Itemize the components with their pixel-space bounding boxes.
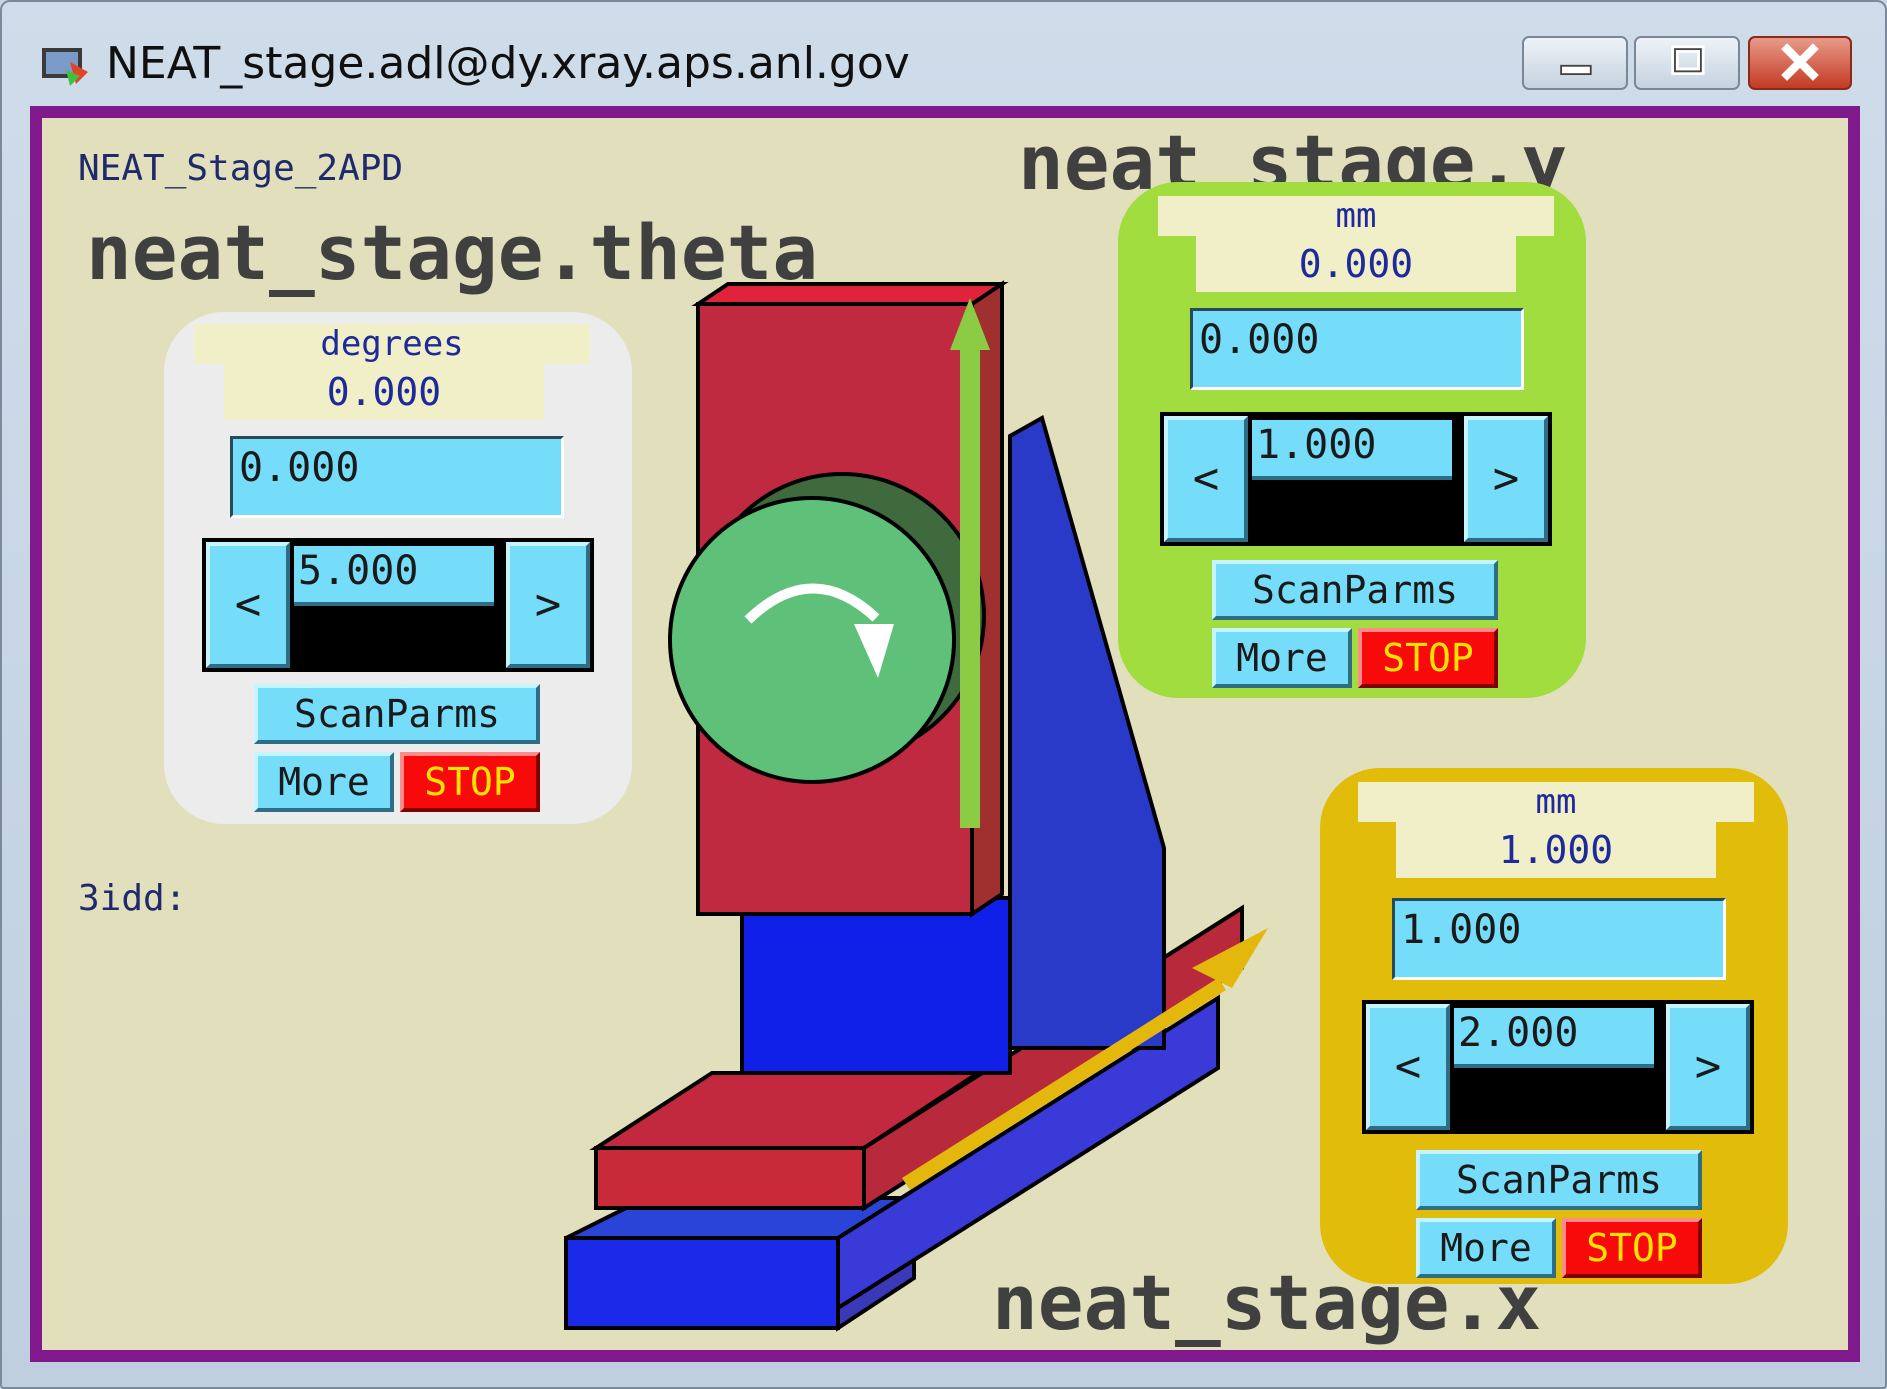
pv-prefix: 3idd:: [78, 878, 187, 919]
y-scanparms-button[interactable]: ScanParms: [1212, 560, 1498, 620]
y-tweak-left-button[interactable]: <: [1164, 416, 1248, 542]
display-panel: NEAT_Stage_2APD 3idd: neat_stage.theta n…: [30, 106, 1860, 1362]
x-units: mm: [1358, 782, 1754, 822]
y-tweak-input[interactable]: 1.000: [1252, 420, 1452, 480]
medm-window: NEAT_stage.adl@dy.xray.aps.anl.gov NEAT_…: [0, 0, 1887, 1389]
x-scanparms-button[interactable]: ScanParms: [1416, 1150, 1702, 1210]
y-tweak-group: < 1.000 >: [1160, 412, 1552, 546]
theta-setpoint-input[interactable]: 0.000: [230, 436, 564, 518]
maximize-icon: [1671, 45, 1705, 76]
y-motor-panel: mm 0.000 0.000 < 1.000 > ScanParms More …: [1118, 182, 1586, 698]
theta-disk: [668, 496, 956, 784]
minimize-button[interactable]: [1522, 36, 1628, 90]
theta-stop-button[interactable]: STOP: [400, 752, 540, 812]
window-title: NEAT_stage.adl@dy.xray.aps.anl.gov: [106, 38, 910, 89]
theta-tweak-group: < 5.000 >: [202, 538, 594, 672]
theta-tweak-left-button[interactable]: <: [206, 542, 290, 668]
y-readback: 0.000: [1196, 236, 1516, 292]
theta-units: degrees: [194, 324, 590, 364]
x-more-button[interactable]: More: [1416, 1218, 1556, 1278]
y-arrow-shaft: [960, 348, 980, 828]
x-motor-panel: mm 1.000 1.000 < 2.000 > ScanParms More …: [1320, 768, 1788, 1284]
theta-tweak-right-button[interactable]: >: [506, 542, 590, 668]
minimize-icon: [1560, 64, 1592, 76]
theta-readback: 0.000: [224, 364, 544, 420]
theta-tweak-input[interactable]: 5.000: [294, 546, 494, 606]
close-icon: [1781, 43, 1819, 81]
panel-name: NEAT_Stage_2APD: [78, 148, 404, 189]
theta-scanparms-button[interactable]: ScanParms: [254, 684, 540, 744]
y-units: mm: [1158, 196, 1554, 236]
y-setpoint-input[interactable]: 0.000: [1190, 308, 1524, 390]
x-tweak-input[interactable]: 2.000: [1454, 1008, 1654, 1068]
app-icon: [42, 48, 88, 86]
theta-motor-panel: degrees 0.000 0.000 < 5.000 > ScanParms …: [164, 312, 632, 824]
x-tweak-right-button[interactable]: >: [1666, 1004, 1750, 1130]
x-readback: 1.000: [1396, 822, 1716, 878]
base-slab-front: [564, 1236, 840, 1330]
x-carriage-front: [594, 1146, 866, 1210]
x-setpoint-input[interactable]: 1.000: [1392, 898, 1726, 980]
y-stop-button[interactable]: STOP: [1358, 628, 1498, 688]
theta-more-button[interactable]: More: [254, 752, 394, 812]
x-tweak-left-button[interactable]: <: [1366, 1004, 1450, 1130]
y-tweak-right-button[interactable]: >: [1464, 416, 1548, 542]
x-stop-button[interactable]: STOP: [1562, 1218, 1702, 1278]
y-more-button[interactable]: More: [1212, 628, 1352, 688]
theta-label: neat_stage.theta: [86, 208, 819, 297]
title-bar[interactable]: NEAT_stage.adl@dy.xray.aps.anl.gov: [2, 2, 1885, 106]
close-button[interactable]: [1748, 36, 1852, 90]
tower-base: [740, 896, 1012, 1075]
maximize-button[interactable]: [1634, 36, 1740, 90]
x-tweak-group: < 2.000 >: [1362, 1000, 1754, 1134]
